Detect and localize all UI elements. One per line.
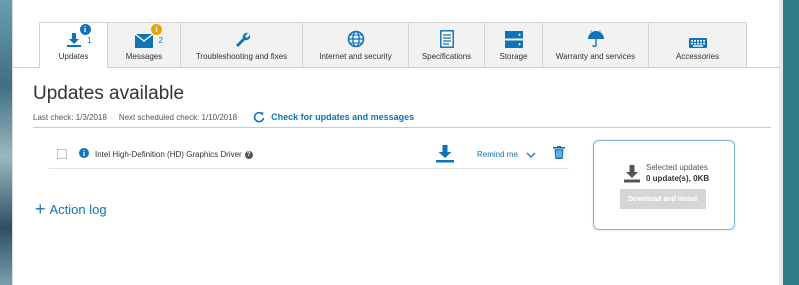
info-badge-icon: i	[79, 24, 91, 35]
download-icon	[624, 165, 640, 183]
tab-storage[interactable]: Storage	[485, 22, 543, 68]
download-install-button[interactable]: Download and install	[620, 189, 706, 209]
check-status: Last check: 1/3/2018 Next scheduled chec…	[33, 111, 414, 123]
help-icon[interactable]: ?	[244, 150, 253, 159]
globe-icon	[347, 30, 364, 48]
selected-updates-label: Selected updates	[646, 163, 708, 172]
envelope-icon	[135, 34, 153, 48]
refresh-icon[interactable]	[253, 111, 265, 123]
tab-label: Troubleshooting and fixes	[195, 52, 288, 61]
update-checkbox[interactable]	[57, 149, 67, 159]
last-check-text: Last check: 1/3/2018	[33, 112, 107, 122]
tab-label: Storage	[499, 52, 528, 61]
action-log-link[interactable]: + Action log	[35, 200, 107, 218]
tab-label: Accessories	[675, 52, 720, 61]
update-row: i Intel High-Definition (HD) Graphics Dr…	[49, 145, 569, 169]
tab-messages[interactable]: i 2 Messages	[108, 22, 181, 68]
selected-updates-panel: Selected updates 0 update(s), 0KB Downlo…	[593, 140, 735, 230]
tab-label: Messages	[125, 52, 163, 61]
chevron-down-icon	[526, 152, 536, 158]
check-updates-link[interactable]: Check for updates and messages	[271, 112, 414, 122]
wrench-icon	[235, 32, 250, 47]
document-icon	[439, 30, 454, 48]
update-name-text: Intel High-Definition (HD) Graphics Driv…	[95, 150, 242, 159]
trash-icon[interactable]	[553, 146, 565, 159]
tab-label: Specifications	[421, 52, 472, 61]
action-log-label: Action log	[49, 201, 107, 217]
plus-icon: +	[35, 199, 46, 219]
umbrella-icon	[587, 30, 604, 48]
info-badge-icon: i	[151, 24, 162, 35]
desktop-background-right	[779, 0, 799, 285]
divider	[33, 127, 771, 128]
tab-accessories[interactable]: Accessories	[649, 22, 747, 68]
tab-warranty-services[interactable]: Warranty and services	[543, 22, 649, 68]
info-icon[interactable]: i	[79, 148, 89, 158]
tab-troubleshooting[interactable]: Troubleshooting and fixes	[181, 22, 303, 68]
updates-count: 1	[87, 36, 92, 45]
desktop-background-left	[0, 0, 12, 285]
title-bar	[13, 0, 779, 22]
update-name: Intel High-Definition (HD) Graphics Driv…	[95, 150, 253, 159]
tab-label: Warranty and services	[555, 52, 636, 61]
download-icon	[66, 33, 81, 47]
download-icon[interactable]	[435, 145, 455, 163]
tab-updates[interactable]: i 1 Updates	[39, 22, 108, 68]
remind-me-button[interactable]: Remind me	[477, 150, 536, 159]
next-check-text: Next scheduled check: 1/10/2018	[118, 112, 238, 122]
app-window: i 1 Updates i 2 Messages Troubleshooting…	[12, 0, 780, 285]
storage-icon	[504, 31, 523, 48]
remind-me-label: Remind me	[477, 150, 518, 159]
tab-bar: i 1 Updates i 2 Messages Troubleshooting…	[39, 22, 747, 68]
tab-label: Updates	[58, 52, 89, 61]
tab-label: Internet and security	[319, 52, 392, 61]
messages-count: 2	[158, 36, 163, 45]
tab-specifications[interactable]: Specifications	[409, 22, 485, 68]
keyboard-icon	[688, 38, 707, 48]
page-title: Updates available	[33, 83, 185, 104]
tab-internet-security[interactable]: Internet and security	[303, 22, 409, 68]
selected-updates-count: 0 update(s), 0KB	[646, 174, 710, 183]
